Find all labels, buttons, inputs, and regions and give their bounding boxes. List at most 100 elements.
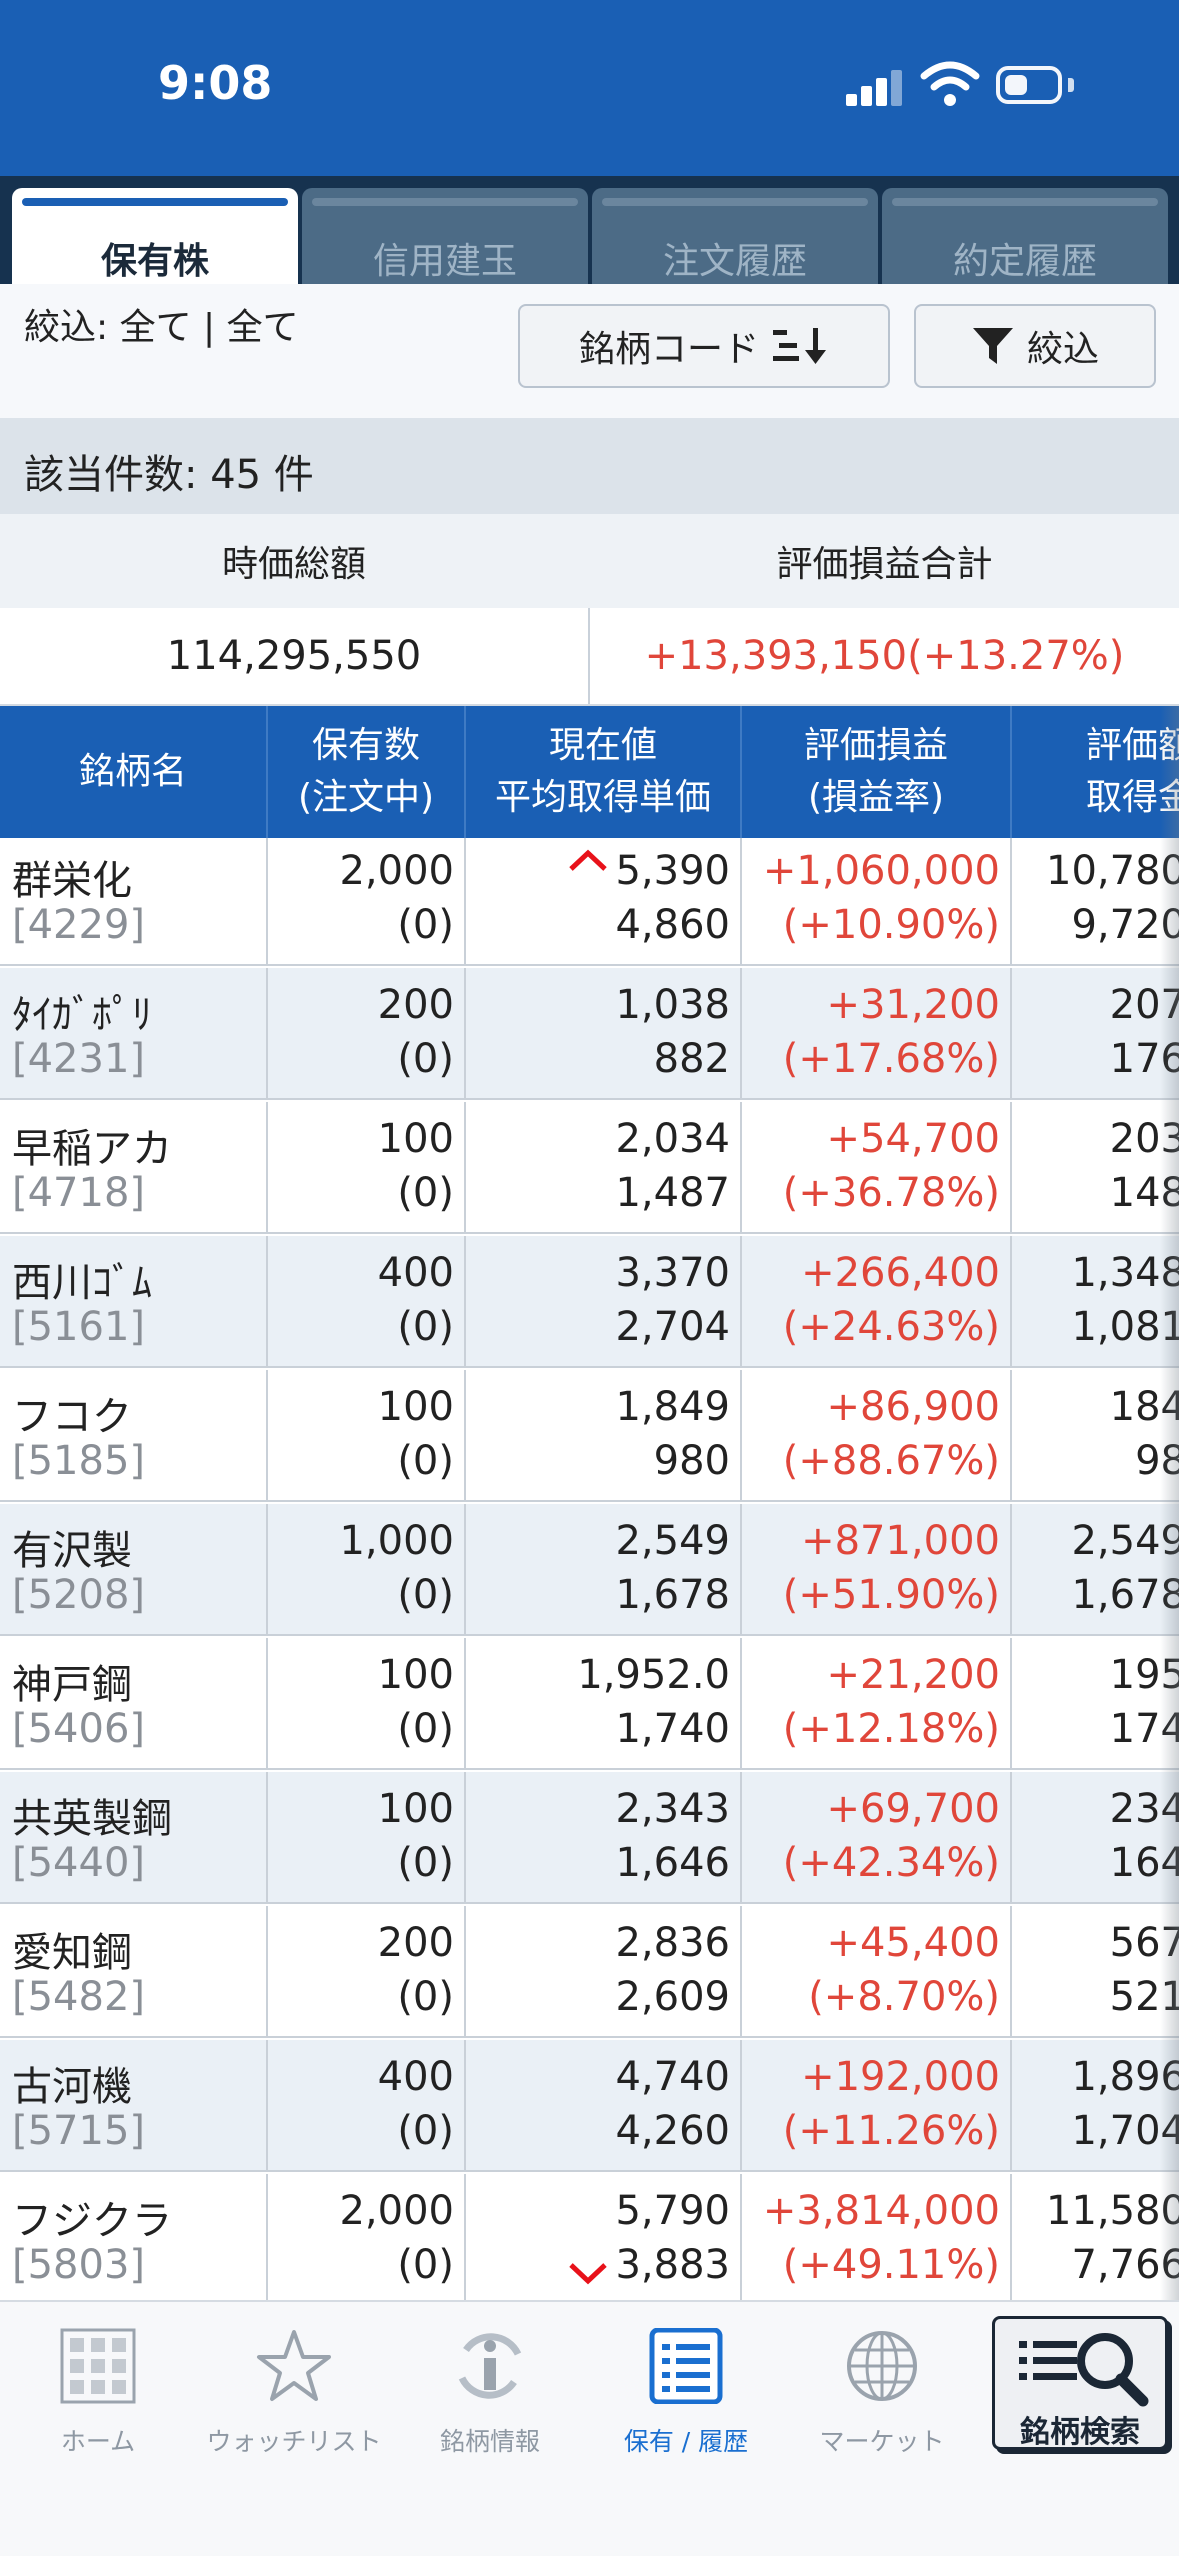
price-cell-primary: 5,790 [615,2188,730,2234]
quantity-cell: 200 (0) [268,1906,466,2036]
cellular-signal-icon [846,68,902,106]
col-header-pl[interactable]: 評価損益 (損益率) [742,706,1012,838]
nav-holdings-history[interactable]: 保有 / 履歴 [588,2322,784,2462]
profit-loss-cell: +192,000 (+11.26%) [742,2040,1012,2170]
price-cell-primary: 1,849 [615,1384,730,1430]
stock-name-cell-secondary: [5482] [12,1974,146,2020]
profit-loss-cell-primary: +86,900 [826,1384,1000,1430]
nav-watchlist[interactable]: ウォッチリスト [196,2322,392,2462]
tab-execution-history[interactable]: 約定履歴 [882,188,1168,284]
profit-loss-cell-secondary: (+8.70%) [808,1974,1000,2020]
price-cell-primary: 2,034 [615,1116,730,1162]
price-cell: 2,343 1,646 [466,1772,742,1902]
stock-name-cell-primary: フジクラ [12,2198,172,2244]
col-header-qty[interactable]: 保有数 (注文中) [268,706,466,838]
nav-market[interactable]: マーケット [784,2322,980,2462]
profit-loss-cell-primary: +54,700 [826,1116,1000,1162]
scroll-up-chevron-icon[interactable] [568,848,608,872]
profit-loss-cell-secondary: (+49.11%) [782,2242,1000,2288]
table-row[interactable]: 共英製鋼 [5440] 100 (0) 2,343 1,646 +69,700 (+42.34… [0,1772,1179,1904]
table-row[interactable]: 古河機 [5715] 400 (0) 4,740 4,260 +192,000 (+11.26… [0,2040,1179,2172]
price-cell-secondary: 1,646 [615,1840,730,1886]
quantity-cell-secondary: (0) [397,1840,454,1886]
holdings-table: 群栄化 [4229] 2,000 (0) 5,390 4,860 +1,060,000 (+1… [0,838,1179,2300]
stock-name-cell-primary: 古河機 [12,2064,132,2110]
profit-loss-cell-secondary: (+12.18%) [782,1706,1000,1752]
profit-loss-cell: +31,200 (+17.68%) [742,968,1012,1098]
sort-button[interactable]: 銘柄コード [518,304,890,388]
tab-margin-positions[interactable]: 信用建玉 [302,188,588,284]
star-icon [257,2330,331,2401]
stock-name-cell-secondary: [5406] [12,1706,146,1752]
quantity-cell-primary: 100 [377,1786,454,1832]
profit-loss-cell: +871,000 (+51.90%) [742,1504,1012,1634]
col-header-name[interactable]: 銘柄名 [0,706,268,838]
valuation-cell: 203 148 [1012,1102,1179,1232]
profit-loss-cell: +86,900 (+88.67%) [742,1370,1012,1500]
quantity-cell-primary: 400 [377,2054,454,2100]
filter-button[interactable]: 絞込 [914,304,1156,388]
filter-label: 絞込 [1026,329,1099,370]
price-cell: 2,549 1,678 [466,1504,742,1634]
stock-name-cell-primary: 群栄化 [12,858,132,904]
stock-name-cell-primary: 神戸鋼 [12,1662,132,1708]
quantity-cell-primary: 100 [377,1652,454,1698]
quantity-cell-primary: 100 [377,1384,454,1430]
valuation-cell: 2,549 1,678 [1012,1504,1179,1634]
profit-loss-cell: +69,700 (+42.34%) [742,1772,1012,1902]
stock-name-cell: ﾀｲｶﾞﾎﾟﾘ [4231] [0,968,268,1098]
valuation-cell: 18498 [1012,1370,1179,1500]
quantity-cell-primary: 100 [377,1116,454,1162]
table-row[interactable]: 早稲アカ [4718] 100 (0) 2,034 1,487 +54,700 (+36.78… [0,1102,1179,1234]
price-cell-secondary: 1,487 [615,1170,730,1216]
scroll-down-chevron-icon[interactable] [568,2262,608,2286]
price-cell: 1,849 980 [466,1370,742,1500]
table-row[interactable]: 愛知鋼 [5482] 200 (0) 2,836 2,609 +45,400 (+8.70%)… [0,1906,1179,2038]
quantity-cell: 1,000 (0) [268,1504,466,1634]
home-grid-icon [60,2328,136,2404]
quantity-cell: 400 (0) [268,2040,466,2170]
table-row[interactable]: フコク [5185] 100 (0) 1,849 980 +86,900 (+88.67%) 1… [0,1370,1179,1502]
stock-name-cell-secondary: [5208] [12,1572,146,1618]
price-cell-primary: 1,952.0 [577,1652,730,1698]
stock-name-cell-primary: 早稲アカ [12,1126,172,1172]
nav-home[interactable]: ホーム [0,2322,196,2462]
stock-name-cell-primary: ﾀｲｶﾞﾎﾟﾘ [12,992,152,1038]
stock-name-cell-secondary: [4231] [12,1036,146,1082]
stock-search-button[interactable]: 銘柄検索 [992,2316,1168,2450]
quantity-cell-secondary: (0) [397,1974,454,2020]
profit-loss-cell: +1,060,000 (+10.90%) [742,838,1012,964]
profit-loss-cell-secondary: (+17.68%) [782,1036,1000,1082]
price-cell: 2,836 2,609 [466,1906,742,2036]
battery-icon [996,66,1062,104]
price-cell-primary: 3,370 [615,1250,730,1296]
profit-loss-cell-primary: +192,000 [801,2054,1000,2100]
profit-loss-cell: +266,400 (+24.63%) [742,1236,1012,1366]
nav-stock-info[interactable]: 銘柄情報 [392,2322,588,2462]
stock-name-cell-primary: 有沢製 [12,1528,132,1574]
valuation-cell: 1,896 1,704 [1012,2040,1179,2170]
profit-loss-cell-primary: +69,700 [826,1786,1000,1832]
table-row[interactable]: 西川ｺﾞﾑ [5161] 400 (0) 3,370 2,704 +266,400 (+24.… [0,1236,1179,1368]
price-cell: 3,370 2,704 [466,1236,742,1366]
table-row[interactable]: 神戸鋼 [5406] 100 (0) 1,952.0 1,740 +21,200 (+12.1… [0,1638,1179,1770]
list-document-icon [649,2328,723,2404]
price-cell-primary: 5,390 [615,848,730,894]
profit-loss-cell-secondary: (+42.34%) [782,1840,1000,1886]
price-cell-secondary: 882 [653,1036,730,1082]
valuation-cell: 567 521 [1012,1906,1179,2036]
quantity-cell-secondary: (0) [397,902,454,948]
tab-order-history[interactable]: 注文履歴 [592,188,878,284]
col-header-price[interactable]: 現在値 平均取得単価 [466,706,742,838]
quantity-cell: 100 (0) [268,1102,466,1232]
pl-total: +13,393,150(+13.27%) [644,633,1125,679]
price-cell-secondary: 2,609 [615,1974,730,2020]
table-row[interactable]: 有沢製 [5208] 1,000 (0) 2,549 1,678 +871,000 (+51.… [0,1504,1179,1636]
table-row[interactable]: ﾀｲｶﾞﾎﾟﾘ [4231] 200 (0) 1,038 882 +31,200 (+17.6… [0,968,1179,1100]
quantity-cell-secondary: (0) [397,1438,454,1484]
tab-holdings[interactable]: 保有株 [12,188,298,284]
col-header-value[interactable]: 評価額 取得金 [1012,706,1179,838]
globe-icon [847,2331,917,2401]
price-cell-primary: 4,740 [615,2054,730,2100]
stock-name-cell: 神戸鋼 [5406] [0,1638,268,1768]
